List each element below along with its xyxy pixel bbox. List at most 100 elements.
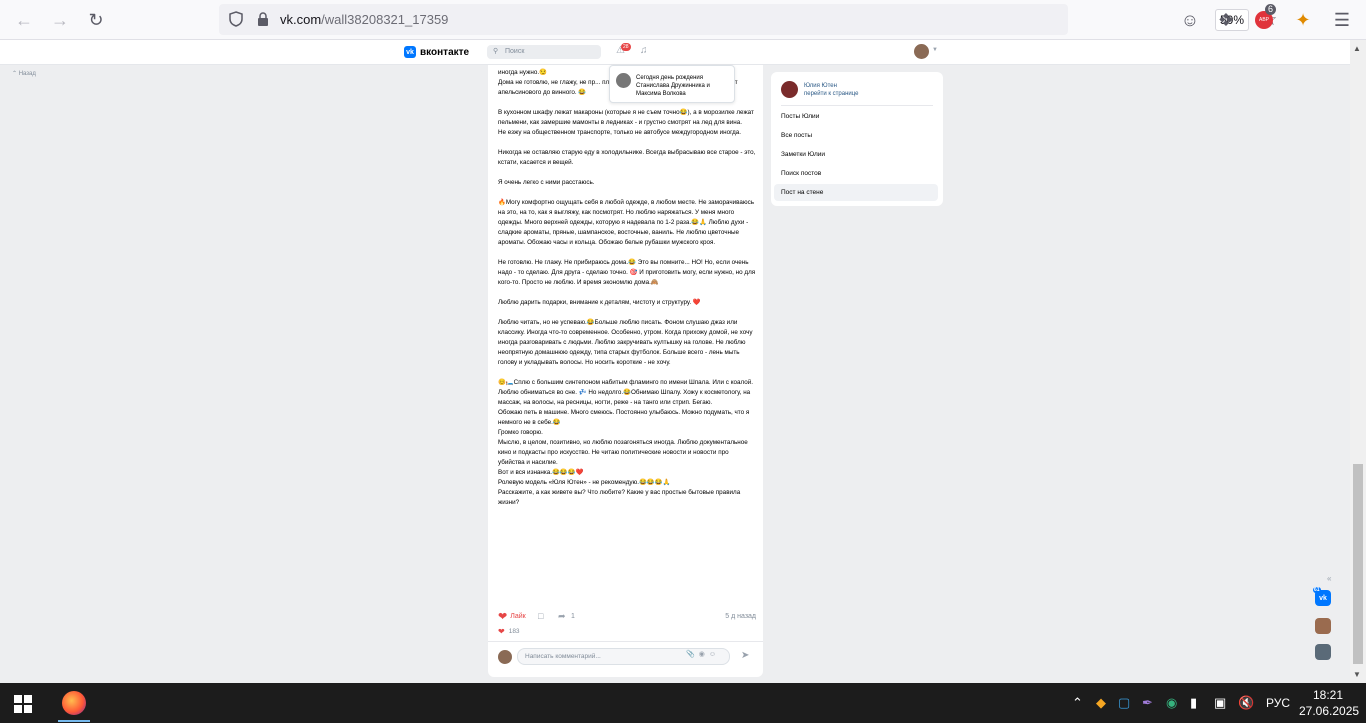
- post-actions: ❤ Лайк □ ➦ 1 5 д назад: [498, 610, 756, 624]
- like-button[interactable]: ❤ Лайк: [498, 610, 526, 623]
- comment-placeholder: Написать комментарий...: [525, 653, 601, 660]
- post-paragraph: Люблю читать, но не успеваю.😂Больше любл…: [498, 319, 753, 366]
- tracking-shield-icon[interactable]: [229, 11, 243, 27]
- owner-avatar[interactable]: [781, 81, 798, 98]
- share-count: 1: [571, 613, 575, 620]
- search-placeholder: Поиск: [505, 48, 525, 55]
- post-paragraph: Люблю дарить подарки, внимание к деталям…: [498, 299, 701, 306]
- share-icon[interactable]: ➦: [558, 611, 566, 622]
- post-paragraph: Никогда не оставляю старую еду в холодил…: [498, 149, 756, 166]
- post-paragraph: В кухонном шкафу лежат макароны (которые…: [498, 109, 754, 126]
- comment-icon[interactable]: □: [538, 611, 543, 621]
- page-scrollbar[interactable]: ▲ ▼: [1350, 40, 1366, 683]
- clock-date: 27.06.2025: [1299, 704, 1360, 718]
- sidebar-menu-item[interactable]: Посты Юлии: [774, 108, 938, 125]
- tray-chevron-up-icon[interactable]: ⌃: [1072, 695, 1083, 711]
- network-icon[interactable]: ▣: [1214, 695, 1226, 711]
- music-icon[interactable]: ♫: [640, 45, 648, 56]
- post-sidebar: Юлия Ютен перейти к странице Посты Юлии В…: [771, 72, 943, 206]
- pen-icon[interactable]: ✒: [1142, 695, 1153, 711]
- back-arrow-icon[interactable]: ←: [12, 8, 36, 32]
- reload-icon[interactable]: ↻: [84, 8, 108, 32]
- url-text: vk.com/wall38208321_17359: [280, 12, 448, 27]
- browser-toolbar: ← → ↻ vk.com/wall38208321_17359 50% ☆ ☺ …: [0, 0, 1366, 40]
- post-paragraph: 😊🛏️Сплю с большим синтепоном набитым фла…: [498, 379, 754, 406]
- owner-link[interactable]: перейти к странице: [804, 91, 858, 97]
- heart-icon: ❤: [498, 627, 505, 636]
- vk-messenger-icon[interactable]: vk 61: [1313, 587, 1331, 606]
- post-card: иногда нужно.😏 Дома не готовлю, не глажу,…: [488, 65, 763, 677]
- post-paragraph: Громко говорю.: [498, 429, 543, 436]
- notification-popup[interactable]: Сегодня день рождения Станислава Дружинн…: [609, 65, 735, 103]
- active-app-indicator: [58, 720, 90, 722]
- tray-app-icon[interactable]: ◆: [1096, 695, 1106, 711]
- notification-avatar: [616, 73, 631, 88]
- collapse-icon[interactable]: «: [1327, 574, 1331, 583]
- battery-icon[interactable]: ▮: [1190, 695, 1197, 711]
- post-paragraph: Расскажите, а как живете вы? Что любите?…: [498, 489, 741, 506]
- vk-logo-icon: vk: [404, 46, 416, 58]
- post-paragraph: Не готовлю. Не глажу. Не прибираюсь дома…: [498, 259, 756, 286]
- forward-arrow-icon[interactable]: →: [48, 8, 72, 32]
- back-link[interactable]: ⌃ Назад: [12, 70, 36, 77]
- post-paragraph: Мыслю, в целом, позитивно, но люблю поза…: [498, 439, 748, 466]
- account-icon[interactable]: ☺: [1178, 8, 1202, 32]
- divider: [781, 105, 933, 106]
- windows-taskbar: ⌃ ◆ ▢ ✒ ◉ ▮ ▣ 🔇 РУС 18:21 27.06.2025: [0, 683, 1366, 723]
- screenshot-icon[interactable]: ▢: [1118, 695, 1130, 711]
- chat-widget: « vk 61: [1311, 572, 1341, 682]
- search-icon: ⚲: [493, 48, 499, 55]
- scroll-down-icon[interactable]: ▼: [1353, 670, 1361, 679]
- url-path: /wall38208321_17359: [321, 12, 449, 27]
- url-bar[interactable]: vk.com/wall38208321_17359 50% ☆: [219, 4, 1277, 35]
- edge-icon[interactable]: ◉: [1166, 695, 1177, 711]
- firefox-taskbar-icon[interactable]: [62, 691, 86, 715]
- messenger-badge: 61: [1313, 587, 1321, 593]
- page-viewport: vk вконтакте ⚲ Поиск ⚠ 28 ♫ ▼ ⌃ Назад ин…: [0, 40, 1350, 683]
- language-indicator[interactable]: РУС: [1266, 696, 1290, 710]
- extensions-icon[interactable]: ❖: [1214, 8, 1238, 32]
- likes-count: 183: [508, 628, 520, 635]
- like-label: Лайк: [510, 613, 526, 620]
- post-time[interactable]: 5 д назад: [725, 613, 756, 620]
- windows-start-icon[interactable]: [14, 695, 32, 713]
- rocket-icon[interactable]: ✦: [1291, 8, 1315, 32]
- adblock-badge: 6: [1265, 4, 1277, 15]
- chat-avatar[interactable]: [1315, 644, 1331, 660]
- heart-icon: ❤: [498, 611, 508, 623]
- menu-icon[interactable]: ☰: [1330, 8, 1354, 32]
- url-domain: vk.com: [280, 12, 322, 27]
- user-avatar[interactable]: [914, 44, 929, 59]
- post-paragraph: 🔥Могу комфортно ощущать себя в любой оде…: [498, 199, 755, 246]
- post-paragraph: Не езжу на общественном транспорте, толь…: [498, 129, 742, 136]
- send-icon[interactable]: ➤: [741, 650, 749, 661]
- volume-muted-icon[interactable]: 🔇: [1238, 695, 1254, 711]
- scrollbar-thumb[interactable]: [1353, 464, 1363, 664]
- search-input[interactable]: ⚲ Поиск: [487, 45, 601, 59]
- sidebar-menu-item[interactable]: Заметки Юлии: [774, 146, 938, 163]
- sidebar-menu-item[interactable]: Поиск постов: [774, 165, 938, 182]
- post-paragraph: Ролевую модель «Юля Ютен» - не рекоменду…: [498, 479, 671, 486]
- likes-summary[interactable]: ❤ 183: [498, 627, 520, 636]
- owner-name[interactable]: Юлия Ютен: [804, 83, 837, 89]
- divider: [488, 641, 763, 642]
- vk-logo-text: вконтакте: [420, 46, 470, 58]
- scroll-up-icon[interactable]: ▲: [1353, 44, 1361, 53]
- lock-icon[interactable]: [256, 11, 270, 27]
- vk-logo[interactable]: vk вконтакте: [404, 46, 469, 58]
- sidebar-menu-item[interactable]: Все посты: [774, 127, 938, 144]
- back-link-label: Назад: [18, 71, 36, 77]
- notifications-badge: 28: [621, 43, 631, 51]
- post-text: иногда нужно.😏 Дома не готовлю, не глажу,…: [498, 68, 756, 508]
- vk-header: vk вконтакте ⚲ Поиск ⚠ 28 ♫ ▼: [0, 40, 1350, 65]
- clock-time: 18:21: [1312, 688, 1344, 702]
- chat-avatar[interactable]: [1315, 618, 1331, 634]
- clock[interactable]: 18:21 27.06.2025: [1299, 687, 1360, 719]
- post-paragraph: Обожаю петь в машине. Много смеюсь. Пост…: [498, 409, 750, 426]
- attach-icons[interactable]: 📎◉☺: [686, 650, 720, 658]
- chevron-down-icon[interactable]: ▼: [932, 47, 938, 53]
- sidebar-menu-item[interactable]: Пост на стене: [774, 184, 938, 201]
- notification-text: Сегодня день рождения Станислава Дружинн…: [636, 75, 710, 97]
- post-paragraph: Вот и вся изнанка.😂😂😂❤️: [498, 469, 584, 476]
- adblock-icon[interactable]: АВР 6: [1252, 4, 1277, 32]
